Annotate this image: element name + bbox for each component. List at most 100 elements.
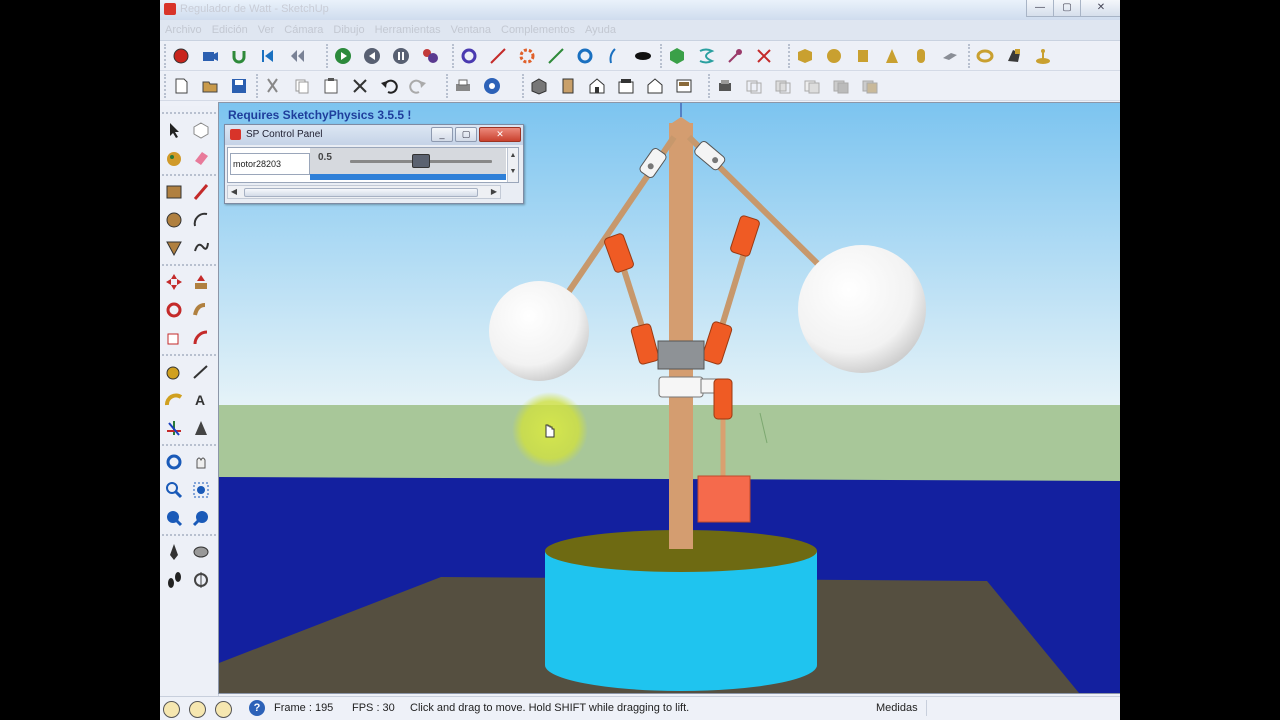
joystick-icon[interactable] [1031, 44, 1055, 68]
copy-icon[interactable] [290, 74, 314, 98]
sp-panel-titlebar[interactable]: SP Control Panel _ ▢ ✕ [225, 125, 523, 145]
pause-icon[interactable] [389, 44, 413, 68]
help-icon[interactable]: ? [249, 700, 265, 716]
spring-icon[interactable] [694, 44, 718, 68]
close-button[interactable]: ✕ [1080, 0, 1120, 17]
scroll-right-icon[interactable]: ▶ [488, 186, 500, 198]
offset-icon[interactable] [189, 326, 213, 350]
model-info-icon[interactable] [480, 74, 504, 98]
make-component-icon[interactable] [189, 118, 213, 142]
walk-footprints-icon[interactable] [162, 568, 186, 592]
select-arrow-icon[interactable] [162, 118, 186, 142]
move-icon[interactable] [162, 270, 186, 294]
line-pencil-icon[interactable] [189, 180, 213, 204]
menu-archivo[interactable]: Archivo [160, 20, 207, 40]
rectangle-icon[interactable] [162, 180, 186, 204]
convex-hull-icon[interactable] [1002, 44, 1026, 68]
wireframe-icon[interactable] [771, 74, 795, 98]
user-icon[interactable] [215, 701, 232, 718]
polygon-icon[interactable] [162, 236, 186, 260]
position-camera-icon[interactable] [162, 540, 186, 564]
capsule-icon[interactable] [909, 44, 933, 68]
redo-icon[interactable] [406, 74, 430, 98]
line-joint-icon[interactable] [486, 44, 510, 68]
magnet-icon[interactable] [227, 44, 251, 68]
3d-text-icon[interactable] [189, 416, 213, 440]
xray-icon[interactable] [742, 74, 766, 98]
scale-icon[interactable] [162, 326, 186, 350]
menu-edicion[interactable]: Edición [207, 20, 253, 40]
measurements-box[interactable] [926, 700, 1117, 716]
sp-horizontal-scrollbar[interactable]: ◀ ▶ [227, 185, 501, 199]
iso-view-icon[interactable] [527, 74, 551, 98]
tape-measure-icon[interactable] [162, 360, 186, 384]
save-icon[interactable] [227, 74, 251, 98]
sp-scroll-thumb[interactable] [244, 188, 478, 197]
cube-icon[interactable] [793, 44, 817, 68]
delete-icon[interactable] [348, 74, 372, 98]
maximize-button[interactable]: ▢ [1053, 0, 1081, 17]
scroll-left-icon[interactable]: ◀ [228, 186, 240, 198]
protractor-icon[interactable] [162, 388, 186, 412]
menu-complementos[interactable]: Complementos [496, 20, 580, 40]
menu-ver[interactable]: Ver [253, 20, 280, 40]
front-view-icon[interactable] [585, 74, 609, 98]
previous-view-icon[interactable] [162, 506, 186, 530]
motor-name-field[interactable]: motor28203 [230, 153, 310, 175]
torus-icon[interactable] [973, 44, 997, 68]
reset-icon[interactable] [360, 44, 384, 68]
plate-icon[interactable] [938, 44, 962, 68]
box-shape-icon[interactable] [665, 44, 689, 68]
cylinder-icon[interactable] [851, 44, 875, 68]
zoom-extents-icon[interactable] [189, 506, 213, 530]
rotate-icon[interactable] [162, 298, 186, 322]
circle-icon[interactable] [162, 208, 186, 232]
follow-me-icon[interactable] [189, 298, 213, 322]
sphere-icon[interactable] [822, 44, 846, 68]
undo-icon[interactable] [377, 74, 401, 98]
text-label-icon[interactable]: A [189, 388, 213, 412]
section-plane-icon[interactable] [713, 74, 737, 98]
hinge-joint-icon[interactable] [457, 44, 481, 68]
hidden-line-icon[interactable] [800, 74, 824, 98]
play-icon[interactable] [331, 44, 355, 68]
remove-joint-icon[interactable] [752, 44, 776, 68]
camera-icon[interactable] [198, 44, 222, 68]
orbit-icon[interactable] [162, 450, 186, 474]
cone-icon[interactable] [880, 44, 904, 68]
servo-joint-icon[interactable] [573, 44, 597, 68]
freehand-icon[interactable] [189, 236, 213, 260]
dimension-icon[interactable] [189, 360, 213, 384]
pan-hand-icon[interactable] [189, 450, 213, 474]
cut-icon[interactable] [261, 74, 285, 98]
record-icon[interactable] [169, 44, 193, 68]
paste-icon[interactable] [319, 74, 343, 98]
geo-location-icon[interactable] [163, 701, 180, 718]
spring-joint-icon[interactable] [602, 44, 626, 68]
thruster-icon[interactable] [631, 44, 655, 68]
print-icon[interactable] [451, 74, 475, 98]
open-folder-icon[interactable] [198, 74, 222, 98]
arc-icon[interactable] [189, 208, 213, 232]
axes-icon[interactable] [162, 416, 186, 440]
push-pull-icon[interactable] [189, 270, 213, 294]
step-back-icon[interactable] [256, 44, 280, 68]
paint-bucket-icon[interactable] [162, 146, 186, 170]
right-view-icon[interactable] [614, 74, 638, 98]
menu-camara[interactable]: Cámara [279, 20, 328, 40]
rewind-icon[interactable] [285, 44, 309, 68]
credits-icon[interactable] [189, 701, 206, 718]
slider-joint-icon[interactable] [544, 44, 568, 68]
sp-close-button[interactable]: ✕ [479, 127, 521, 142]
physics-settings-icon[interactable] [418, 44, 442, 68]
section-cut-icon[interactable] [189, 568, 213, 592]
look-around-icon[interactable] [189, 540, 213, 564]
gear-joint-icon[interactable] [515, 44, 539, 68]
sp-maximize-button[interactable]: ▢ [455, 127, 477, 142]
sp-minimize-button[interactable]: _ [431, 127, 453, 142]
menu-ayuda[interactable]: Ayuda [580, 20, 621, 40]
shaded-icon[interactable] [829, 74, 853, 98]
textured-icon[interactable] [858, 74, 882, 98]
menu-dibujo[interactable]: Dibujo [328, 20, 369, 40]
menu-herramientas[interactable]: Herramientas [370, 20, 446, 40]
